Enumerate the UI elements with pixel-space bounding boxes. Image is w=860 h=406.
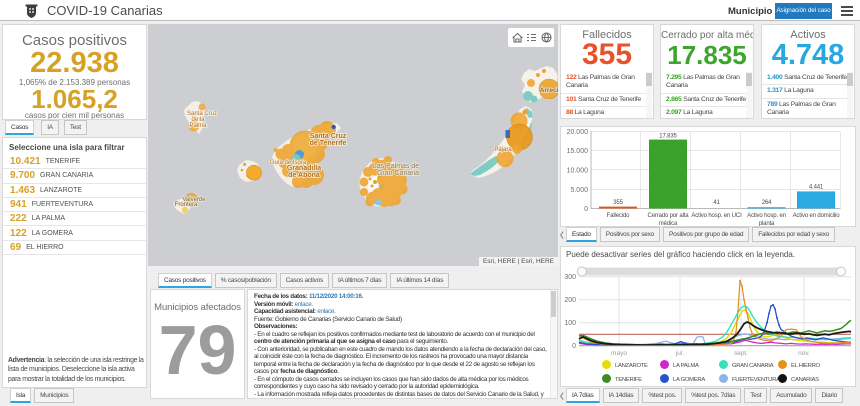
svg-text:Las Palmas de: Las Palmas de bbox=[373, 163, 419, 170]
svg-text:Activo en domicilio: Activo en domicilio bbox=[793, 213, 841, 219]
svg-text:10.000: 10.000 bbox=[567, 168, 589, 175]
svg-text:355: 355 bbox=[613, 200, 623, 206]
svg-text:médica: médica bbox=[659, 221, 678, 226]
svg-text:Fallecido: Fallecido bbox=[607, 213, 630, 219]
svg-text:nov.: nov. bbox=[798, 350, 810, 357]
svg-text:4.441: 4.441 bbox=[809, 185, 824, 191]
svg-text:sept.: sept. bbox=[734, 350, 748, 357]
svg-text:0: 0 bbox=[572, 343, 576, 350]
svg-text:Activo hosp. en UCI: Activo hosp. en UCI bbox=[691, 213, 742, 219]
svg-text:Gran Canaria: Gran Canaria bbox=[377, 170, 419, 177]
svg-text:15.000: 15.000 bbox=[567, 148, 589, 155]
svg-text:mayo: mayo bbox=[611, 350, 627, 357]
svg-text:Cerrado por alta: Cerrado por alta bbox=[648, 213, 690, 219]
svg-text:Pájara: Pájara bbox=[494, 147, 512, 153]
svg-text:Santa Cruz: Santa Cruz bbox=[310, 133, 347, 140]
svg-text:jul.: jul. bbox=[675, 350, 685, 357]
svg-text:de Tenerife: de Tenerife bbox=[310, 140, 347, 147]
svg-text:Palma: Palma bbox=[189, 123, 207, 129]
svg-text:100: 100 bbox=[564, 320, 576, 327]
svg-text:0: 0 bbox=[584, 206, 588, 213]
svg-text:17.835: 17.835 bbox=[659, 134, 677, 140]
svg-text:5.000: 5.000 bbox=[570, 187, 588, 194]
svg-text:300: 300 bbox=[564, 274, 576, 281]
svg-text:20.000: 20.000 bbox=[567, 129, 589, 136]
svg-text:Granadilla: Granadilla bbox=[287, 165, 321, 172]
svg-text:de Abona: de Abona bbox=[288, 172, 320, 179]
svg-text:264: 264 bbox=[762, 200, 772, 206]
svg-text:41: 41 bbox=[713, 200, 720, 206]
svg-text:Frontera: Frontera bbox=[175, 202, 198, 208]
svg-text:200: 200 bbox=[564, 297, 576, 304]
svg-text:Arrecife: Arrecife bbox=[540, 87, 558, 94]
svg-text:Activo hosp. en: Activo hosp. en bbox=[747, 213, 786, 219]
svg-text:planta: planta bbox=[759, 221, 775, 226]
